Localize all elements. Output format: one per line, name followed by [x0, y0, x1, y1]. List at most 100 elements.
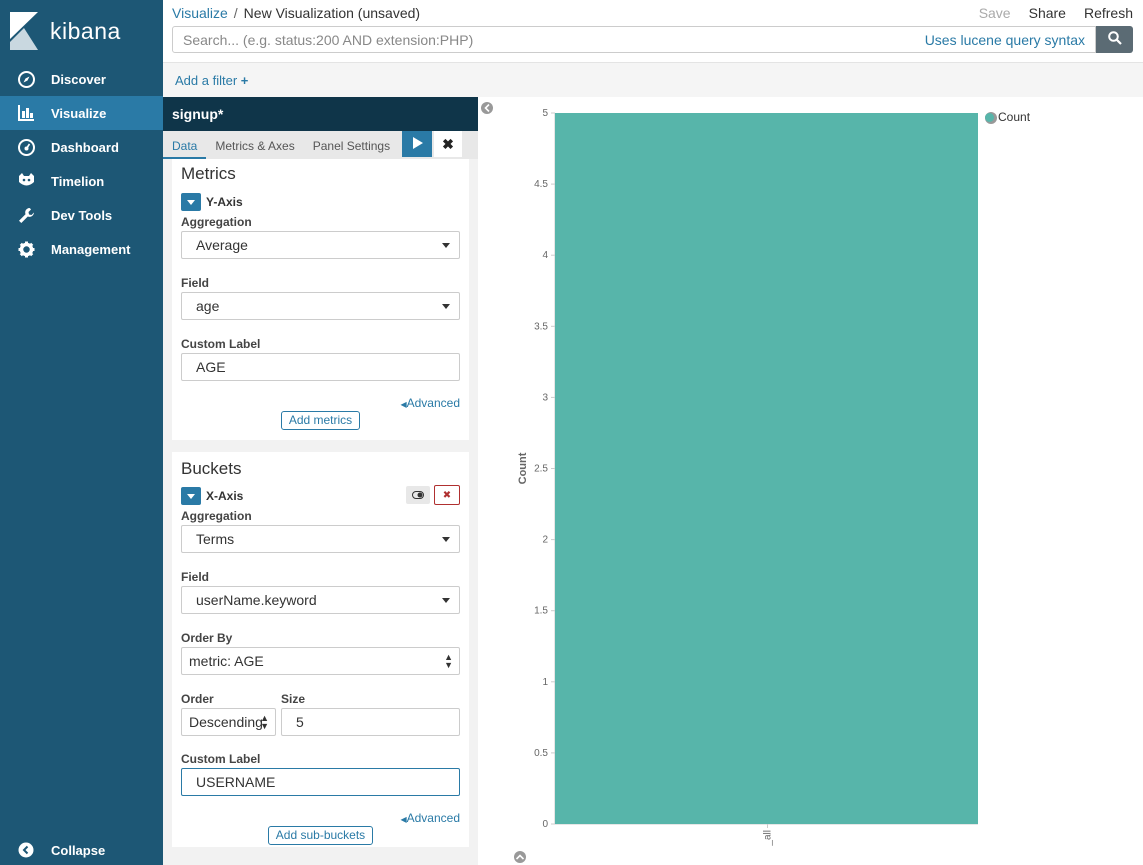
y-tick-label: 2.5 [534, 464, 548, 475]
index-pattern-title: signup* [163, 97, 478, 131]
add-metrics-row: Add metrics [181, 411, 460, 430]
x-axis-label: X-Axis [206, 489, 244, 503]
nav-visualize[interactable]: Visualize [0, 96, 163, 130]
order-group: Order Descending ▲ ▼ [181, 692, 276, 736]
y-tick-label: 3 [542, 392, 548, 403]
metrics-card: Metrics Y-Axis Aggregation Average Field… [172, 159, 469, 440]
metrics-aggregation-select[interactable]: Average [181, 231, 460, 259]
updown-arrows-icon: ▲ ▼ [260, 713, 269, 731]
breadcrumb: Visualize / New Visualization (unsaved) [172, 5, 420, 21]
chart-area: 0 0.5 1 1.5 2 2.5 3 3.5 4 4.5 5 Count _all [478, 97, 1143, 865]
refresh-button[interactable]: Refresh [1084, 5, 1133, 21]
y-axis-toggle-button[interactable] [181, 193, 201, 211]
legend-swatch [985, 112, 994, 122]
buckets-aggregation-label: Aggregation [181, 509, 252, 523]
nav-dev-tools[interactable]: Dev Tools [0, 198, 163, 232]
metrics-custom-label-label: Custom Label [181, 337, 261, 351]
collapse-label: Collapse [51, 842, 106, 858]
nav-management[interactable]: Management [0, 232, 163, 266]
y-tick-label: 1.5 [534, 606, 548, 617]
nav-dashboard[interactable]: Dashboard [0, 130, 163, 164]
metrics-custom-label-input[interactable]: AGE [181, 353, 460, 381]
legend-item-count[interactable]: Count [998, 110, 1030, 124]
tab-panel-settings[interactable]: Panel Settings [304, 139, 399, 159]
add-sub-buckets-row: Add sub-buckets [181, 826, 460, 845]
tab-data[interactable]: Data [163, 139, 207, 159]
buckets-heading: Buckets [181, 459, 242, 478]
y-tick-label: 1 [542, 677, 548, 688]
editor-panel: signup* Data Metrics & Axes Panel Settin… [163, 97, 478, 865]
buckets-aggregation-select[interactable]: Terms [181, 525, 460, 553]
y-tick-label: 4 [542, 250, 548, 261]
tab-metrics-axes[interactable]: Metrics & Axes [206, 139, 303, 159]
close-icon: ✖ [442, 489, 452, 501]
y-tick-label: 2 [542, 535, 548, 546]
play-icon [412, 136, 423, 152]
plus-icon: + [240, 73, 249, 88]
chevron-down-icon [187, 493, 195, 499]
select-value: metric: AGE [189, 653, 264, 669]
x-tick-label: _all [763, 830, 774, 847]
order-label: Order [181, 692, 214, 706]
search-bar: Uses lucene query syntax [172, 26, 1096, 53]
remove-bucket-button[interactable]: ✖ [434, 485, 460, 505]
metrics-field-select[interactable]: age [181, 292, 460, 320]
dashboard-icon [17, 138, 35, 156]
brand[interactable]: kibana [0, 0, 163, 62]
nav-label: Dashboard [51, 139, 119, 155]
nav-timelion[interactable]: Timelion [0, 164, 163, 198]
buckets-advanced-toggle[interactable]: ◀Advanced [181, 811, 460, 825]
search-input[interactable] [183, 31, 925, 48]
nav-label: Visualize [51, 105, 107, 121]
nav-label: Management [51, 241, 131, 257]
nav-label: Discover [51, 71, 106, 87]
sidebar: kibana Discover Visualize Dashboard Time… [0, 0, 163, 865]
apply-changes-button[interactable] [402, 131, 432, 157]
metrics-heading: Metrics [181, 164, 236, 183]
buckets-custom-label-label: Custom Label [181, 752, 261, 766]
gear-icon [17, 240, 35, 258]
bar [555, 113, 978, 824]
size-input[interactable]: 5 [281, 708, 460, 736]
y-tick-label: 0 [542, 819, 548, 830]
y-tick-label: 0.5 [534, 748, 548, 759]
breadcrumb-visualize-link[interactable]: Visualize [172, 5, 228, 21]
buckets-card: Buckets X-Axis ✖ Aggregation Terms Field… [172, 452, 469, 847]
size-label: Size [281, 692, 306, 706]
breadcrumb-separator: / [233, 5, 238, 21]
kibana-logo-icon [10, 12, 40, 50]
discard-changes-button[interactable]: ✖ [434, 131, 462, 157]
share-button[interactable]: Share [1029, 5, 1066, 21]
order-by-label: Order By [181, 631, 233, 645]
filter-bar: Add a filter + [163, 62, 1143, 97]
x-axis-row: X-Axis ✖ [181, 485, 460, 506]
caret-down-icon [442, 537, 450, 542]
collapse-button[interactable]: Collapse [0, 835, 163, 865]
breadcrumb-current: New Visualization (unsaved) [243, 5, 421, 21]
order-size-row: Order Descending ▲ ▼ Size 5 [181, 692, 460, 736]
add-metrics-button[interactable]: Add metrics [280, 411, 361, 430]
search-button[interactable] [1096, 26, 1133, 53]
add-sub-buckets-button[interactable]: Add sub-buckets [267, 826, 374, 845]
close-icon: ✖ [442, 135, 454, 152]
nav-label: Dev Tools [51, 207, 113, 223]
order-by-select[interactable]: metric: AGE ▲ ▼ [181, 647, 460, 675]
top-bar: Visualize / New Visualization (unsaved) Sa… [163, 0, 1143, 62]
lucene-syntax-link[interactable]: Uses lucene query syntax [925, 32, 1085, 48]
buckets-custom-label-input[interactable]: USERNAME [181, 768, 460, 796]
save-button[interactable]: Save [979, 5, 1011, 21]
toggle-enable-button[interactable] [406, 486, 430, 504]
metrics-advanced-toggle[interactable]: ◀Advanced [181, 396, 460, 410]
caret-down-icon [442, 304, 450, 309]
select-value: userName.keyword [196, 592, 317, 608]
advanced-label: Advanced [406, 396, 460, 410]
nav-discover[interactable]: Discover [0, 62, 163, 96]
bar-chart-icon [17, 104, 35, 122]
add-filter-link[interactable]: Add a filter + [175, 73, 248, 88]
wrench-icon [17, 206, 35, 224]
nav-label: Timelion [51, 173, 105, 189]
toggle-on-icon [412, 491, 424, 499]
buckets-field-select[interactable]: userName.keyword [181, 586, 460, 614]
x-axis-toggle-button[interactable] [181, 487, 201, 505]
order-select[interactable]: Descending ▲ ▼ [181, 708, 276, 736]
